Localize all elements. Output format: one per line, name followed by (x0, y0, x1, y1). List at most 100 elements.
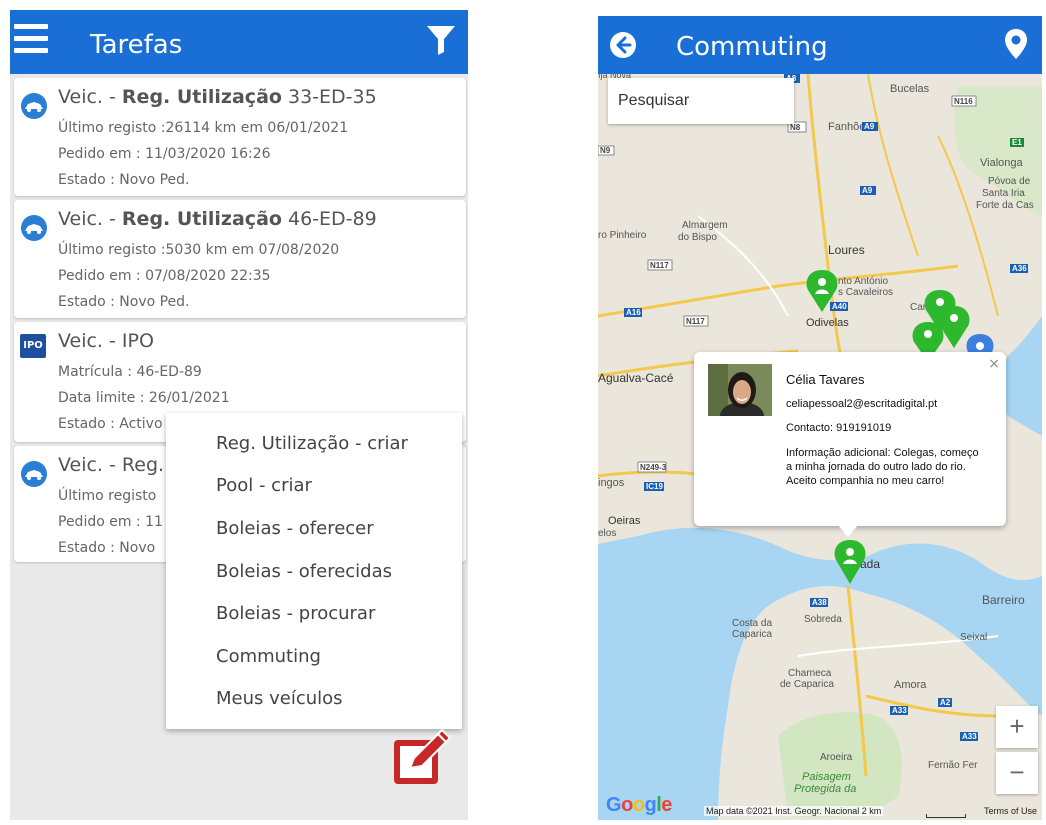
contact-email[interactable]: celiapessoal2@escritadigital.pt (786, 398, 937, 410)
commuter-marker[interactable] (834, 540, 866, 584)
map-label: Odivelas (806, 317, 849, 329)
road-shield: A9 (862, 186, 873, 195)
menu-item-meus-veiculos[interactable]: Meus veículos (216, 688, 343, 709)
road-shield: A2 (940, 698, 951, 707)
ipo-icon: IPO (20, 334, 46, 358)
road-shield: N117 (650, 261, 669, 270)
road-shield: E1 (1012, 138, 1022, 147)
map-label: Agualva-Cacé (598, 371, 674, 385)
map-label: Amora (894, 679, 927, 691)
task-detail: Pedido em : 11/03/2020 16:26 (58, 146, 271, 162)
task-detail: Último registo :5030 km em 07/08/2020 (58, 242, 340, 258)
filter-icon[interactable] (426, 24, 456, 56)
map-attribution: Map data ©2021 Inst. Geogr. Nacional 2 k… (704, 806, 884, 816)
zoom-out-button[interactable]: − (996, 752, 1038, 794)
search-placeholder: Pesquisar (618, 92, 690, 109)
road-shield: A33 (892, 706, 907, 715)
commuting-screen: Bucelas Fanhões Vialonga Póvoa de Santa … (598, 16, 1042, 820)
map-label: Oeiras (608, 515, 641, 527)
road-shield: IC19 (646, 482, 663, 491)
contact-name: Célia Tavares (786, 372, 865, 387)
map-label: Costa da (732, 618, 772, 629)
edit-icon[interactable] (392, 728, 456, 788)
map-label: de Caparica (780, 679, 834, 690)
road-shield: A36 (1012, 264, 1027, 273)
task-detail: Último registo :26114 km em 06/01/2021 (58, 120, 349, 136)
task-detail: Estado : Novo (58, 540, 156, 556)
car-share-icon (21, 461, 47, 487)
map-label: Fernão Fer (928, 760, 978, 771)
menu-item-pool[interactable]: Pool - criar (216, 475, 312, 496)
map-label: Póvoa de (988, 176, 1031, 187)
menu-icon[interactable] (14, 24, 48, 54)
page-title: Tarefas (90, 30, 183, 60)
search-input[interactable]: Pesquisar (608, 78, 794, 124)
map-label: Almargem (682, 220, 728, 231)
scale-bar (926, 814, 966, 818)
task-detail: Data limite : 26/01/2021 (58, 390, 230, 406)
map-label: Vialonga (980, 157, 1023, 169)
map-label: elos (598, 528, 616, 539)
task-title: Veic. - Reg. Utilização 33-ED-35 (58, 86, 377, 108)
road-shield: N249-3 (640, 463, 667, 472)
app-bar: Tarefas (10, 10, 468, 74)
map-label: Charneca (788, 668, 832, 679)
zoom-in-button[interactable]: + (996, 706, 1038, 748)
task-detail: Pedido em : 11 (58, 514, 163, 530)
menu-item-reg-utilizacao[interactable]: Reg. Utilização - criar (216, 433, 408, 454)
map-label: do Bispo (678, 232, 717, 243)
contact-info: Informação adicional: Colegas, começo a … (786, 447, 979, 487)
road-shield: N117 (686, 317, 705, 326)
create-menu: Reg. Utilização - criar Pool - criar Bol… (166, 413, 462, 729)
map-label: nto António (838, 276, 888, 287)
task-card[interactable]: Veic. - Reg. Utilização 33-ED-35 Último … (14, 78, 466, 196)
map-label: ingos (598, 477, 625, 489)
road-shield: N116 (954, 97, 973, 106)
app-bar: Commuting (598, 16, 1042, 74)
map-label: Bucelas (890, 83, 930, 95)
menu-item-boleias-procurar[interactable]: Boleias - procurar (216, 603, 375, 624)
terms-link[interactable]: Terms of Use (984, 806, 1037, 816)
close-icon[interactable]: × (988, 356, 1000, 372)
menu-item-boleias-oferecidas[interactable]: Boleias - oferecidas (216, 561, 392, 582)
map-label: Caparica (732, 629, 772, 640)
page-title: Commuting (676, 32, 828, 62)
task-detail: Estado : Novo Ped. (58, 294, 190, 310)
task-detail: Estado : Activo (58, 416, 163, 432)
road-shield: A16 (626, 308, 641, 317)
map-label: ro Pinheiro (598, 230, 647, 241)
location-pin-icon[interactable] (1004, 28, 1028, 60)
tasks-screen: Tarefas Veic. - Reg. Utilização 33-ED-35… (10, 10, 468, 820)
task-title: Veic. - Reg. Utilização 46-ED-89 (58, 208, 377, 230)
menu-item-commuting[interactable]: Commuting (216, 646, 321, 667)
info-window-pointer (838, 525, 858, 537)
map-label: Paisagem (802, 771, 851, 783)
contact-phone[interactable]: Contacto: 919191019 (786, 422, 891, 434)
menu-item-boleias-oferecer[interactable]: Boleias - oferecer (216, 518, 374, 539)
road-shield: A33 (962, 732, 977, 741)
road-shield: A40 (832, 302, 847, 311)
map-label: Forte da Cas (976, 200, 1034, 211)
task-detail: Estado : Novo Ped. (58, 172, 190, 188)
back-icon[interactable] (608, 30, 638, 60)
task-title: Veic. - IPO (58, 330, 154, 352)
task-detail: Matrícula : 46-ED-89 (58, 364, 202, 380)
road-shield: N8 (790, 123, 801, 132)
map-label: Seixal (960, 632, 987, 643)
map-label: Protegida da (794, 783, 856, 795)
google-logo: Google (606, 794, 672, 816)
map-label: Santa Iria (982, 188, 1025, 199)
road-shield: N9 (600, 146, 611, 155)
road-shield: A9 (864, 122, 875, 131)
task-card[interactable]: Veic. - Reg. Utilização 46-ED-89 Último … (14, 200, 466, 318)
avatar (708, 364, 772, 416)
info-window: × Célia Tavares celiapessoal2@escritadig… (694, 352, 1006, 526)
map-label: Sobreda (804, 614, 842, 625)
car-share-icon (21, 215, 47, 241)
car-share-icon (21, 93, 47, 119)
map-label: Barreiro (982, 593, 1025, 607)
map-label: Loures (828, 243, 865, 257)
task-detail: Último registo (58, 488, 157, 504)
road-shield: A38 (812, 598, 827, 607)
map-label: Aroeira (820, 752, 853, 763)
